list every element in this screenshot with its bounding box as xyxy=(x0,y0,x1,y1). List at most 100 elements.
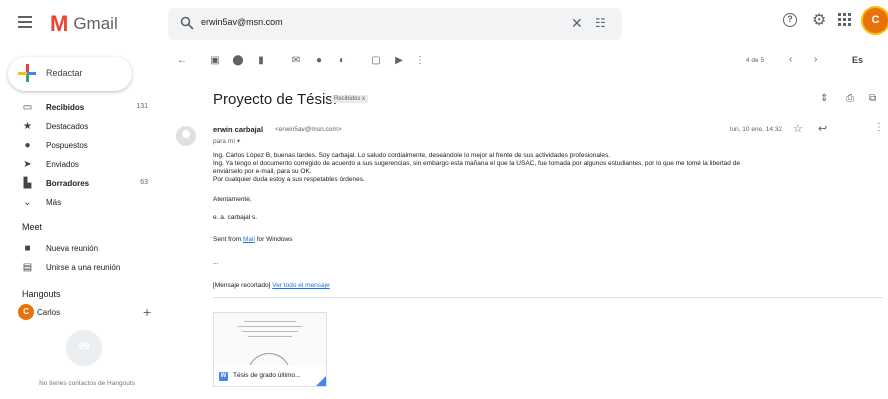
attachment-name: Tésis de grado último... xyxy=(233,372,301,379)
preview-line xyxy=(244,321,296,322)
help-icon[interactable]: ? xyxy=(783,13,797,27)
sidebar-item-inbox[interactable]: ▭ Recibidos 131 xyxy=(0,99,160,118)
preview-line xyxy=(238,326,302,327)
expand-all-icon[interactable]: ⇕ xyxy=(820,93,828,104)
label-icon[interactable]: ▶ xyxy=(393,55,405,67)
clipped-message-line: [Mensaje recortado] Ver todo el mensaje xyxy=(213,282,330,289)
signature-line: e. a. carbajal s. xyxy=(213,214,258,221)
gmail-logo[interactable]: M Gmail xyxy=(50,11,118,36)
star-icon: ★ xyxy=(23,121,32,132)
chevron-down-icon: ⌄ xyxy=(23,197,32,208)
add-task-icon[interactable]: ◐ xyxy=(336,55,348,67)
search-bar[interactable]: erwin5av@msn.com ✕ ☷ xyxy=(168,8,622,40)
email-subject: Proyecto de Tésis. xyxy=(213,91,337,108)
sidebar-item-label: Borradores xyxy=(46,179,90,188)
chevron-left-icon[interactable]: ‹ xyxy=(789,54,792,65)
word-doc-icon: W xyxy=(219,372,228,381)
star-icon[interactable]: ☆ xyxy=(793,122,803,135)
sidebar-item-more[interactable]: ⌄ Más xyxy=(0,194,160,213)
clipped-label: [Mensaje recortado] xyxy=(213,282,271,289)
gmail-m-icon: M xyxy=(50,11,68,36)
hangout-user-name: Carlos xyxy=(37,308,61,317)
divider xyxy=(213,297,883,298)
inbox-label-chip[interactable]: Recibidos x xyxy=(331,95,369,103)
sent-from-prefix: Sent from xyxy=(213,236,243,243)
archive-icon[interactable]: ▣ xyxy=(209,55,221,67)
sidebar-item-drafts[interactable]: ▙ Borradores 63 xyxy=(0,175,160,194)
print-icon[interactable]: ⎙ xyxy=(846,93,854,104)
inbox-icon: ▭ xyxy=(22,102,33,113)
preview-line xyxy=(242,331,298,332)
search-options-icon[interactable]: ☷ xyxy=(595,16,606,30)
new-meeting-item[interactable]: ■ Nueva reunión xyxy=(0,240,160,258)
drafts-count: 63 xyxy=(140,179,148,186)
meet-item-label: Nueva reunión xyxy=(46,244,99,253)
clock-icon: ● xyxy=(24,140,31,151)
search-icon[interactable] xyxy=(180,16,194,30)
closing-line: Atentamente, xyxy=(213,196,252,203)
preview-line xyxy=(248,336,292,337)
sidebar-item-starred[interactable]: ★ Destacados xyxy=(0,118,160,137)
sender-name[interactable]: erwin carbajal xyxy=(213,125,263,134)
meet-title: Meet xyxy=(22,222,43,232)
sidebar-nav: ▭ Recibidos 131 ★ Destacados ● Pospuesto… xyxy=(0,99,160,213)
attachment-preview xyxy=(214,313,326,375)
trimmed-content-toggle[interactable]: ... xyxy=(213,259,218,266)
sidebar-item-snoozed[interactable]: ● Pospuestos xyxy=(0,137,160,156)
hangout-user[interactable]: C Carlos + xyxy=(18,304,168,322)
draft-icon: ▙ xyxy=(23,178,32,189)
search-input[interactable]: erwin5av@msn.com xyxy=(201,17,283,27)
hangouts-bubble-icon xyxy=(66,330,102,366)
reply-icon[interactable]: ↩ xyxy=(818,122,827,135)
sender-avatar xyxy=(176,126,196,146)
close-icon[interactable]: ✕ xyxy=(571,15,583,32)
snooze-icon[interactable]: ● xyxy=(313,55,325,67)
view-entire-message-link[interactable]: Ver todo el mensaje xyxy=(272,282,329,289)
video-icon: ■ xyxy=(24,243,31,254)
avatar[interactable]: C xyxy=(863,8,888,33)
sidebar-item-label: Más xyxy=(46,198,62,207)
gmail-logo-text: Gmail xyxy=(73,14,118,33)
hangouts-title: Hangouts xyxy=(22,289,61,299)
apps-icon[interactable] xyxy=(838,13,851,26)
more-vert-icon[interactable]: ⋮ xyxy=(874,122,884,133)
sidebar-item-label: Enviados xyxy=(46,160,79,169)
plus-icon xyxy=(17,63,37,83)
body-line: Ing. Carlos López B, buenas tardes. Soy … xyxy=(213,152,611,159)
sidebar-item-label: Destacados xyxy=(46,122,89,131)
back-arrow-icon[interactable]: ← xyxy=(176,55,188,67)
attachment-card[interactable]: W Tésis de grado último... xyxy=(213,312,327,387)
move-to-icon[interactable]: ▢ xyxy=(370,55,382,67)
sidebar-item-label: Pospuestos xyxy=(46,141,88,150)
unread-count: 131 xyxy=(136,103,148,110)
sender-email: <erwin5av@msn.com> xyxy=(275,126,342,133)
new-window-icon[interactable]: ⧉ xyxy=(869,93,876,104)
attachment-corner-icon xyxy=(316,376,326,386)
gear-icon[interactable]: ⚙ xyxy=(812,10,826,30)
report-spam-icon[interactable]: ⬤ xyxy=(232,55,244,67)
join-meeting-item[interactable]: ▤ Unirse a una reunión xyxy=(0,259,160,277)
body-line: enviárselo por e-mail, para su OK. xyxy=(213,168,312,175)
chevron-right-icon[interactable]: › xyxy=(814,54,817,65)
sent-from-line: Sent from Mail for Windows xyxy=(213,236,292,243)
mail-link[interactable]: Mail xyxy=(243,236,255,243)
add-contact-icon[interactable]: + xyxy=(143,304,151,320)
pager-text: 4 de 5 xyxy=(746,57,765,64)
meet-item-label: Unirse a una reunión xyxy=(46,263,121,272)
sent-from-suffix: for Windows xyxy=(254,236,293,243)
hangouts-empty-text: No tienes contactos de Hangouts xyxy=(39,380,135,387)
recipient-details[interactable]: para mí ▾ xyxy=(213,137,240,145)
avatar: C xyxy=(18,304,34,320)
menu-icon[interactable] xyxy=(18,16,32,28)
more-options-icon[interactable]: ⋮ xyxy=(414,55,426,67)
input-tools-button[interactable]: Es xyxy=(852,55,863,65)
trash-icon[interactable]: ▮ xyxy=(255,55,267,67)
mark-unread-icon[interactable]: ✉ xyxy=(290,55,302,67)
compose-label: Redactar xyxy=(46,68,83,78)
sidebar-item-label: Recibidos xyxy=(46,103,85,112)
keyboard-icon: ▤ xyxy=(22,262,33,273)
email-date: lun, 10 ene, 14:32 xyxy=(730,126,783,133)
compose-button[interactable]: Redactar xyxy=(8,57,132,91)
attachment-footer: W Tésis de grado último... xyxy=(214,365,326,386)
sidebar-item-sent[interactable]: ➤ Enviados xyxy=(0,156,160,175)
